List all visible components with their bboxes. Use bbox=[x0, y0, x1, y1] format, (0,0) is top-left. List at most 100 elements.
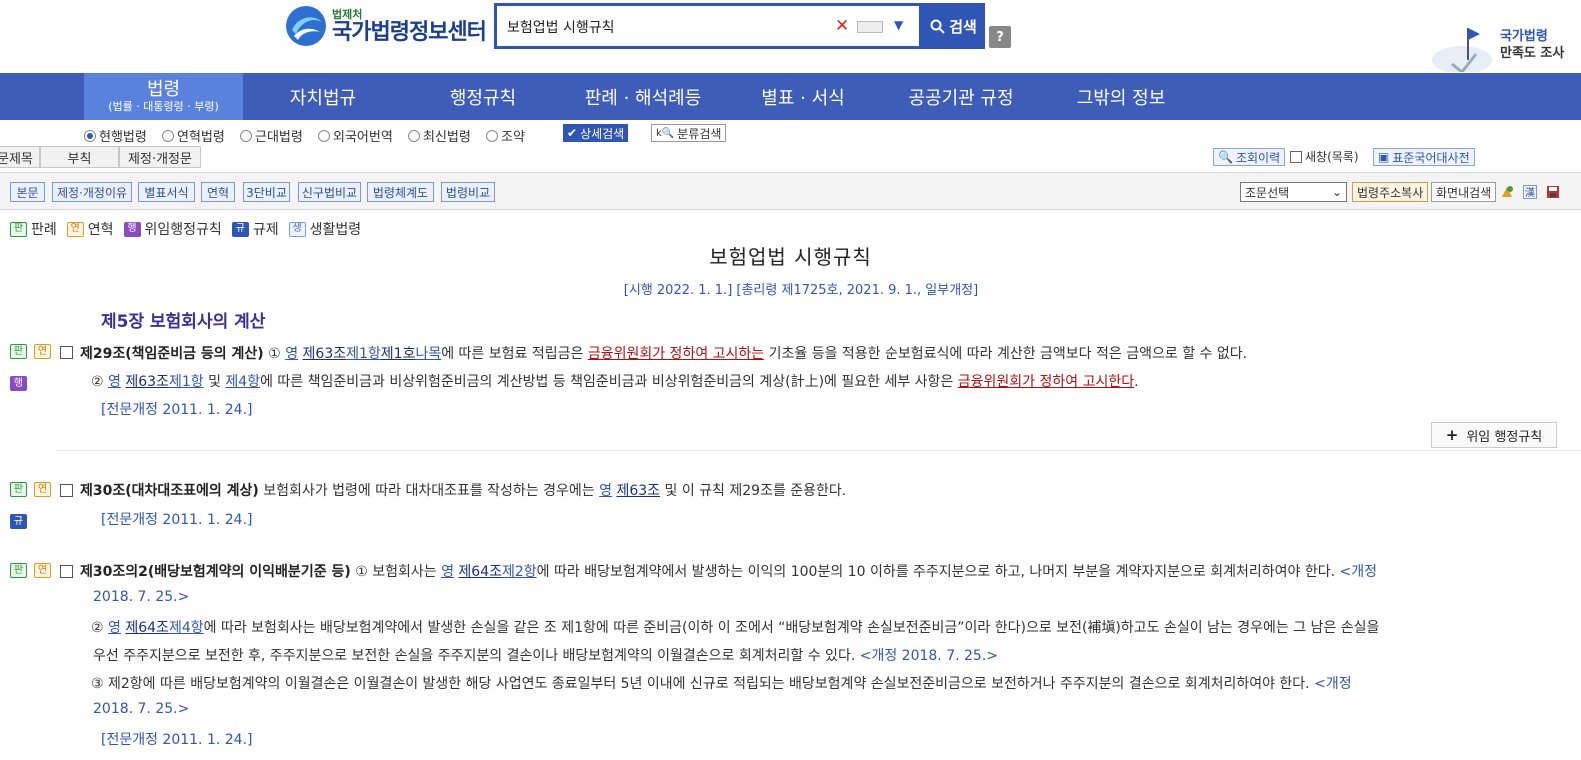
history-badge-icon: 연 bbox=[66, 221, 84, 237]
nav-local-laws[interactable]: 자치법규 bbox=[260, 73, 386, 120]
article-30-2-paragraph-3: ③ 제2항에 따른 배당보험계약의 이월결손은 이월결손이 발생한 해당 사업연… bbox=[91, 676, 1352, 692]
article-30-2-checkbox[interactable] bbox=[60, 565, 73, 578]
legend-label-precedent: 판례 bbox=[31, 222, 57, 238]
link-article-63[interactable]: 제63조 bbox=[303, 346, 347, 362]
admin-rule-badge-icon: 행 bbox=[123, 221, 141, 237]
toolbar-tables-forms[interactable]: 별표서식 bbox=[138, 182, 195, 202]
radio-treaty[interactable]: 조약 bbox=[486, 126, 525, 145]
link-article-64[interactable]: 제64조 bbox=[458, 564, 502, 580]
nav-admin-rules[interactable]: 행정규칙 bbox=[420, 73, 546, 120]
dictionary-icon: ▣ bbox=[1378, 150, 1390, 164]
site-logo[interactable]: 법제처 국가법령정보센터 bbox=[284, 4, 487, 48]
link-paragraph-4[interactable]: 제4항 bbox=[169, 620, 204, 636]
article-30-checkbox[interactable] bbox=[60, 484, 73, 497]
precedent-badge-icon[interactable]: 판 bbox=[10, 344, 27, 359]
radio-history-laws[interactable]: 연혁법령 bbox=[162, 126, 225, 145]
article-29-badges: 판 연 bbox=[10, 344, 51, 359]
satisfaction-survey-banner[interactable]: 국가법령 만족도 조사 bbox=[1430, 20, 1581, 72]
link-paragraph-1[interactable]: 제1항 bbox=[169, 374, 204, 390]
link-enforcement-decree[interactable]: 영 bbox=[108, 620, 121, 636]
hanja-icon[interactable]: 漢 bbox=[1523, 185, 1537, 199]
radio-foreign-translation[interactable]: 외국어번역 bbox=[318, 126, 393, 145]
nav-tables-forms[interactable]: 별표 · 서식 bbox=[740, 73, 866, 120]
toolbar-body[interactable]: 본문 bbox=[10, 182, 45, 202]
article-29-revision-note: [전문개정 2011. 1. 24.] bbox=[101, 402, 253, 418]
logo-emblem-icon bbox=[284, 4, 328, 48]
toolbar-three-way-compare[interactable]: 3단비교 bbox=[243, 182, 290, 202]
link-fsc-notice[interactable]: 금융위원회가 정하여 고시하는 bbox=[588, 346, 764, 362]
link-article-63[interactable]: 제63조 bbox=[616, 483, 660, 499]
nav-public-institution-rules[interactable]: 공공기관 규정 bbox=[895, 73, 1027, 120]
toolbar-old-new-compare[interactable]: 신구법비교 bbox=[298, 182, 361, 202]
chevron-down-icon: ⌄ bbox=[1331, 185, 1342, 199]
delegated-admin-rules-button[interactable]: + 위임 행정규칙 bbox=[1431, 422, 1557, 448]
chapter-heading: 제5장 보험회사의 계산 bbox=[101, 312, 266, 332]
tab-supplementary[interactable]: 부칙 bbox=[40, 146, 119, 168]
document-meta[interactable]: [시행 2022. 1. 1.] [총리령 제1725호, 2021. 9. 1… bbox=[0, 279, 1581, 298]
bookmark-icon[interactable] bbox=[1500, 185, 1514, 199]
link-article-64[interactable]: 제64조 bbox=[125, 620, 169, 636]
article-29-paragraph-1: 제29조(책임준비금 등의 계산) ① 영 제63조제1항제1호나목에 따른 보… bbox=[80, 346, 1248, 362]
save-icon[interactable] bbox=[1546, 185, 1560, 199]
history-badge-icon[interactable]: 연 bbox=[34, 344, 51, 359]
search-button[interactable]: 검색 bbox=[922, 3, 985, 49]
link-paragraph-1[interactable]: 제1항 bbox=[346, 346, 381, 362]
link-paragraph-4[interactable]: 제4항 bbox=[225, 374, 260, 390]
link-enforcement-decree[interactable]: 영 bbox=[285, 346, 298, 362]
legend: 판 판례 연 연혁 행 위임행정규칙 규 규제 생 생활법령 bbox=[10, 219, 361, 239]
tab-article-titles[interactable]: 문제목 bbox=[0, 146, 40, 168]
link-enforcement-decree[interactable]: 영 bbox=[108, 374, 121, 390]
clear-icon[interactable]: ✕ bbox=[835, 18, 849, 35]
in-page-search-button[interactable]: 화면내검색 bbox=[1431, 182, 1497, 202]
regulation-badge-icon[interactable]: 규 bbox=[10, 514, 27, 529]
precedent-badge-icon: 판 bbox=[10, 221, 27, 237]
document-toolbar: 본문 제정·개정이유 별표서식 연혁 3단비교 신구법비교 법령체계도 법령비교… bbox=[0, 172, 1581, 210]
detail-search-button[interactable]: ✔ 상세검색 bbox=[563, 124, 629, 142]
nav-precedents[interactable]: 판례 · 해석례등 bbox=[570, 73, 716, 120]
toolbar-history[interactable]: 연혁 bbox=[201, 182, 235, 202]
admin-rule-badge-icon[interactable]: 행 bbox=[10, 376, 27, 391]
nav-laws[interactable]: 법령 (법률 · 대통령령 · 부령) bbox=[84, 73, 243, 120]
article-30-revision-note: [전문개정 2011. 1. 24.] bbox=[101, 512, 253, 528]
link-subitem-na[interactable]: 나목 bbox=[415, 346, 441, 362]
link-enforcement-decree[interactable]: 영 bbox=[441, 564, 454, 580]
new-window-checkbox[interactable] bbox=[1290, 150, 1302, 163]
history-badge-icon[interactable]: 연 bbox=[34, 482, 51, 497]
legend-label-regulation: 규제 bbox=[252, 222, 279, 238]
radio-current-laws[interactable]: 현행법령 bbox=[84, 126, 147, 145]
link-article-63[interactable]: 제63조 bbox=[125, 374, 169, 390]
link-fsc-notice[interactable]: 금융위원회가 정하여 고시한다 bbox=[958, 374, 1134, 390]
header: 법제처 국가법령정보센터 ✕ ▼ 검색 ? 국가법령 만족도 조사 bbox=[0, 0, 1581, 73]
precedent-badge-icon[interactable]: 판 bbox=[10, 482, 27, 497]
article-select[interactable]: 조문선택 ⌄ bbox=[1240, 182, 1347, 202]
new-window-toggle[interactable]: 새창(목록) bbox=[1290, 148, 1359, 165]
survey-flag-icon bbox=[1432, 28, 1492, 72]
history-button[interactable]: 🔍 조회이력 bbox=[1213, 148, 1286, 166]
article-30-2-paragraph-1: 제30조의2(배당보험계약의 이익배분기준 등) ① 보험회사는 영 제64조제… bbox=[80, 564, 1377, 580]
tab-enactment-amendment[interactable]: 제정·개정문 bbox=[119, 146, 201, 168]
category-search-button[interactable]: k🔍 분류검색 bbox=[651, 124, 727, 142]
precedent-badge-icon[interactable]: 판 bbox=[10, 563, 27, 578]
radio-latest-laws[interactable]: 최신법령 bbox=[408, 126, 471, 145]
help-button[interactable]: ? bbox=[989, 26, 1011, 48]
chevron-down-icon[interactable]: ▼ bbox=[894, 18, 903, 32]
dictionary-button[interactable]: ▣ 표준국어대사전 bbox=[1373, 148, 1475, 166]
article-29-paragraph-2: ② 영 제63조제1항 및 제4항에 따른 책임준비금과 비상위험준비금의 계산… bbox=[91, 374, 1139, 390]
search-input[interactable] bbox=[507, 15, 827, 39]
history-badge-icon[interactable]: 연 bbox=[34, 563, 51, 578]
nav-other-info[interactable]: 그밖의 정보 bbox=[1058, 73, 1184, 120]
toolbar-law-compare[interactable]: 법령비교 bbox=[441, 182, 495, 202]
legend-label-life-law: 생활법령 bbox=[309, 222, 362, 238]
article-30-2-badges: 판 연 bbox=[10, 563, 51, 578]
search-button-label: 검색 bbox=[949, 17, 977, 36]
radio-modern-laws[interactable]: 근대법령 bbox=[240, 126, 303, 145]
toolbar-amendment-reason[interactable]: 제정·개정이유 bbox=[52, 182, 132, 202]
link-paragraph-2[interactable]: 제2항 bbox=[502, 564, 537, 580]
article-29-checkbox[interactable] bbox=[60, 346, 73, 359]
keyboard-icon[interactable] bbox=[857, 21, 883, 33]
toolbar-law-hierarchy[interactable]: 법령체계도 bbox=[367, 182, 434, 202]
link-item-1[interactable]: 제1호 bbox=[381, 346, 416, 362]
link-enforcement-decree[interactable]: 영 bbox=[599, 483, 612, 499]
copy-law-address-button[interactable]: 법령주소복사 bbox=[1352, 182, 1429, 202]
search-options: 현행법령 연혁법령 근대법령 외국어번역 최신법령 조약 ✔ 상세검색 k🔍 분류검… bbox=[0, 120, 1581, 146]
